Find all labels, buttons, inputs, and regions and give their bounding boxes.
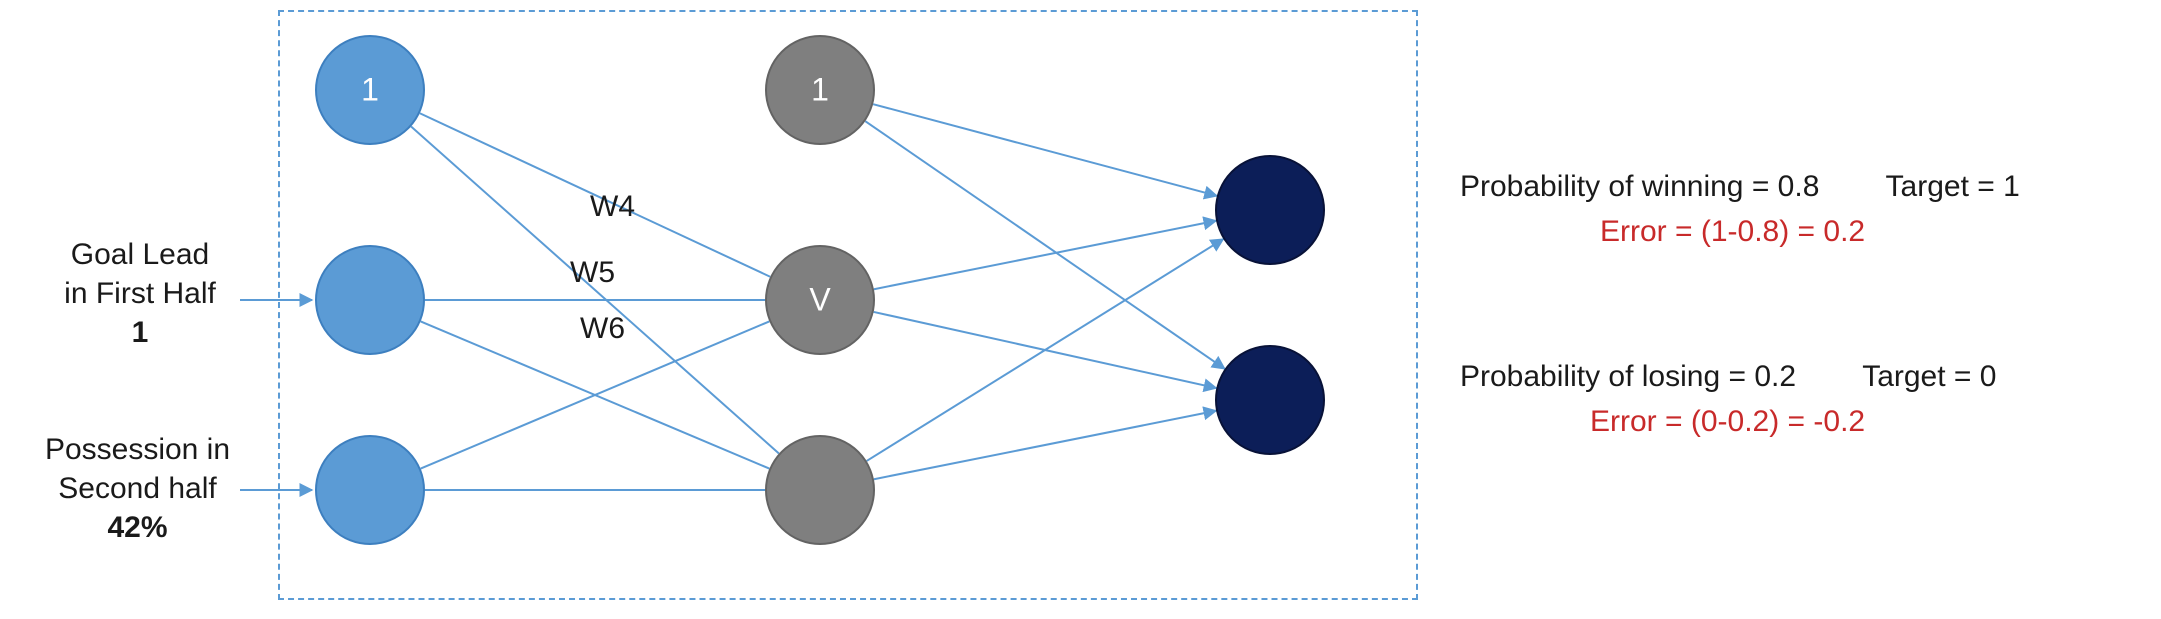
- node-hidden-3: [765, 435, 875, 545]
- weight-w4-label: W4: [590, 190, 635, 224]
- output-win-prob: Probability of winning = 0.8: [1460, 170, 1819, 203]
- input-goal-lead-line1: Goal Lead: [71, 238, 209, 271]
- weight-w5-label: W5: [570, 256, 615, 290]
- input-possession-line2: Second half: [58, 472, 216, 505]
- nn-diagram: 1 1 V W4 W5 W6 Goal Lead in First Half 1…: [0, 0, 2161, 619]
- node-hidden-bias-label: 1: [811, 72, 829, 109]
- input-possession-line1: Possession in: [45, 433, 230, 466]
- node-output-win: [1215, 155, 1325, 265]
- input-goal-lead-line2: in First Half: [64, 277, 216, 310]
- node-hidden-v-label: V: [809, 282, 830, 319]
- node-input-goal-lead: [315, 245, 425, 355]
- input-label-goal-lead: Goal Lead in First Half 1: [35, 235, 245, 352]
- node-input-possession: [315, 435, 425, 545]
- node-output-lose: [1215, 345, 1325, 455]
- output-win-target: Target = 1: [1886, 170, 2020, 203]
- output-lose-target: Target = 0: [1862, 360, 1996, 393]
- output-lose-row: Probability of losing = 0.2 Target = 0: [1460, 360, 1996, 394]
- output-lose-prob: Probability of losing = 0.2: [1460, 360, 1796, 393]
- input-label-possession: Possession in Second half 42%: [25, 430, 250, 547]
- output-lose-error: Error = (0-0.2) = -0.2: [1590, 405, 1865, 439]
- input-goal-lead-value: 1: [132, 316, 149, 349]
- input-possession-value: 42%: [107, 511, 167, 544]
- output-win-error: Error = (1-0.8) = 0.2: [1600, 215, 1865, 249]
- node-input-bias-label: 1: [361, 72, 379, 109]
- output-win-row: Probability of winning = 0.8 Target = 1: [1460, 170, 2020, 204]
- weight-w6-label: W6: [580, 312, 625, 346]
